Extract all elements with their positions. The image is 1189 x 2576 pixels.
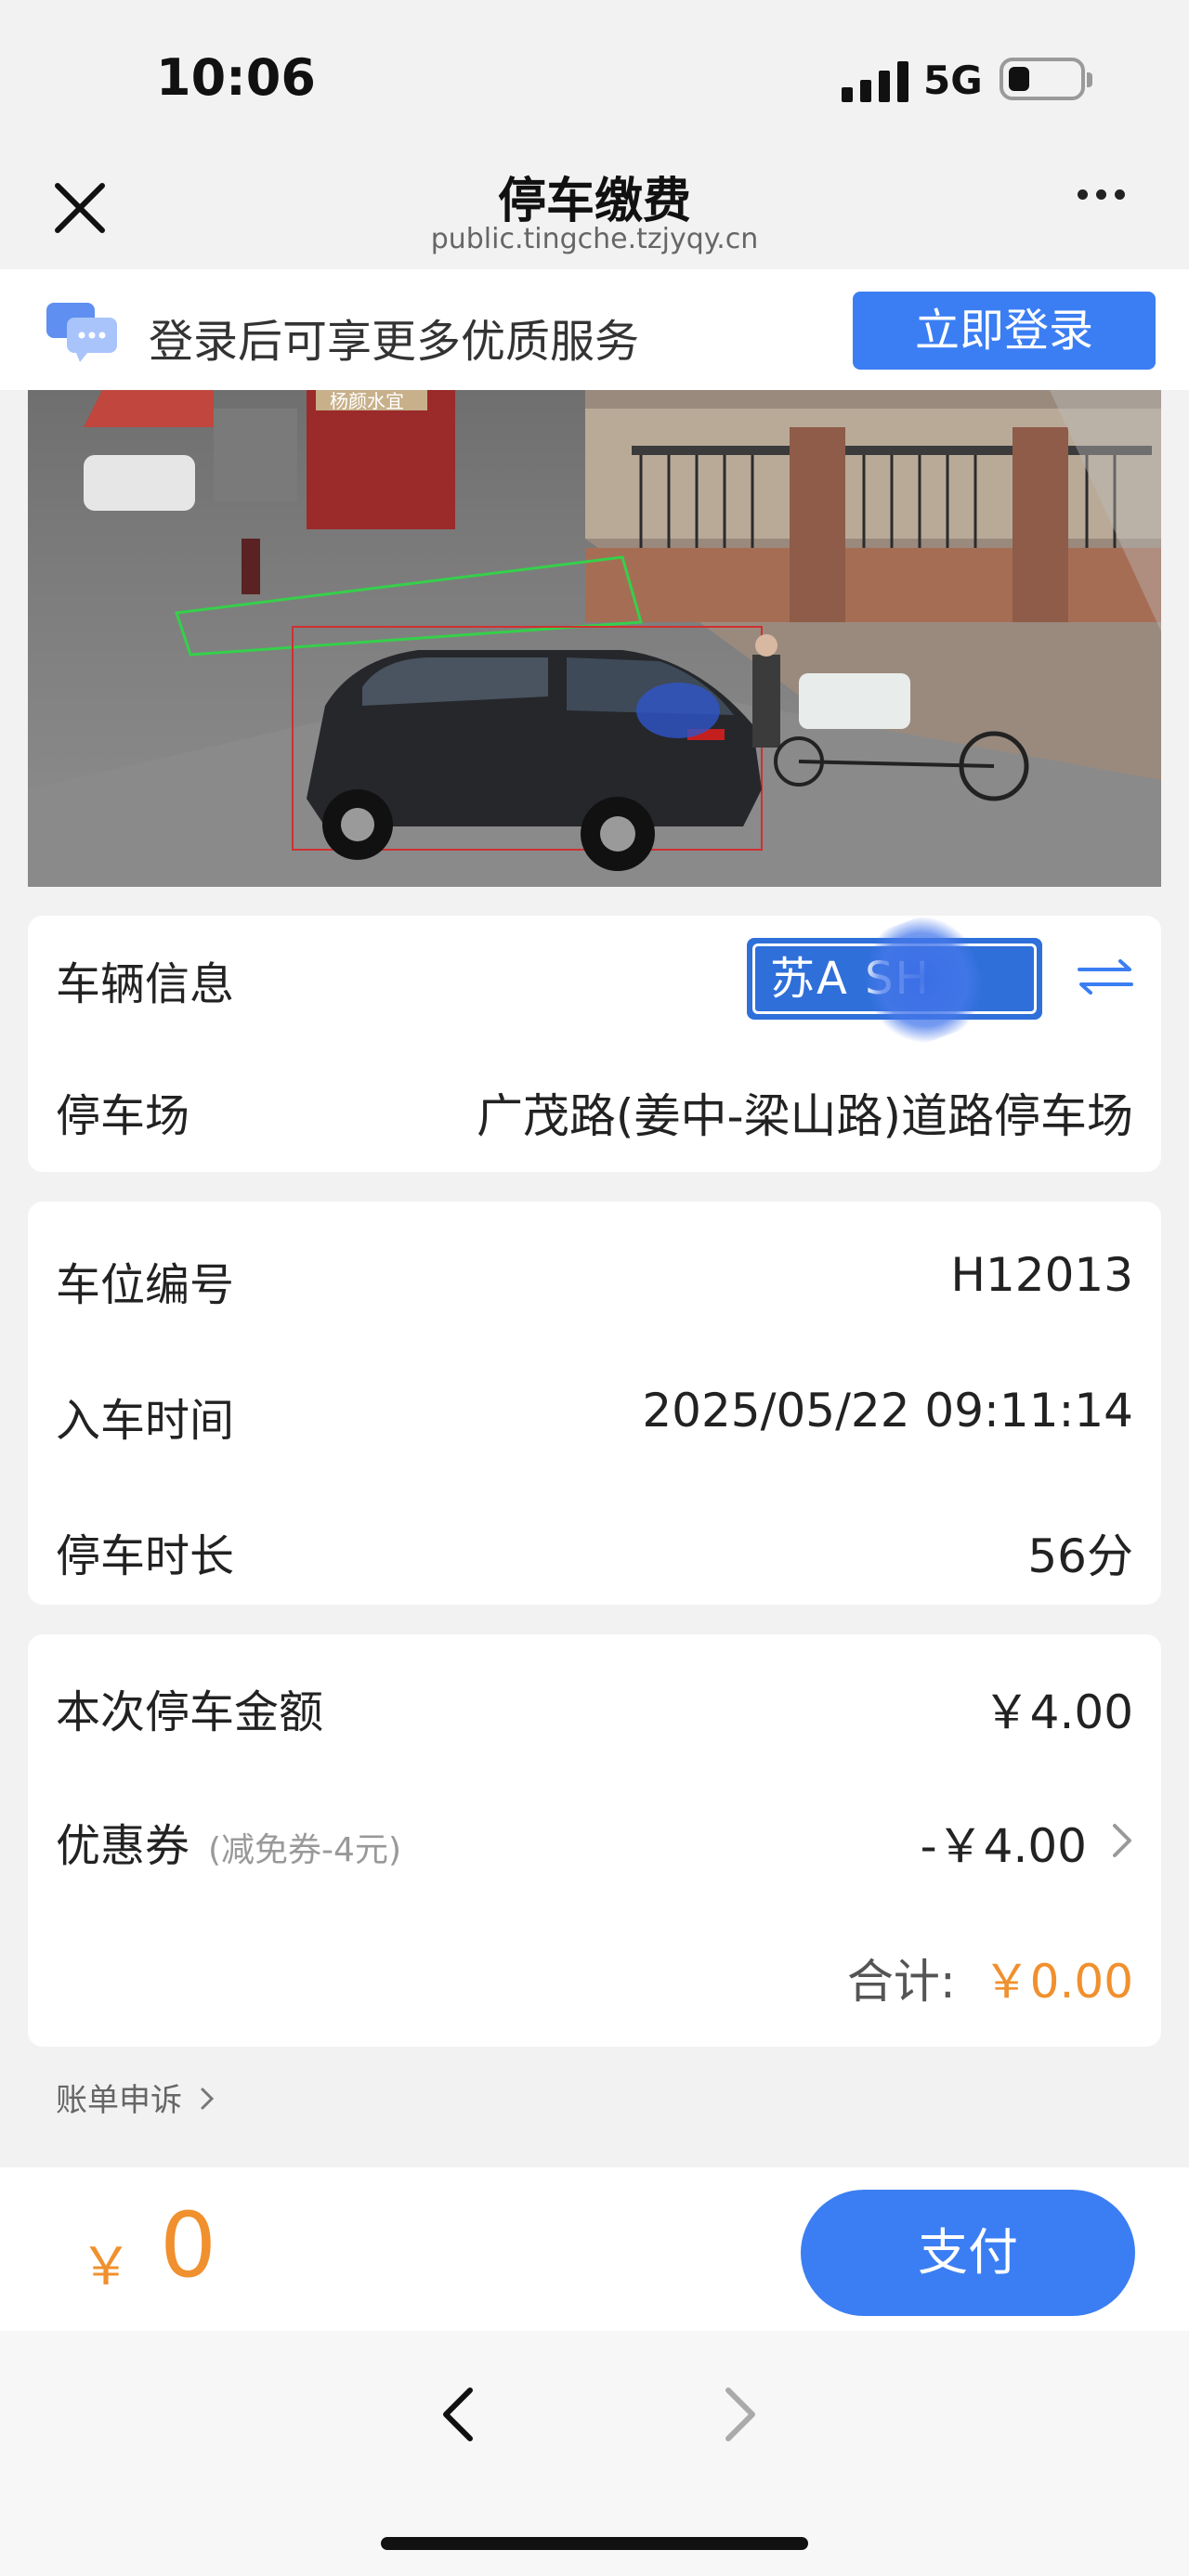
- chevron-right-icon: [1113, 1824, 1131, 1857]
- back-icon[interactable]: [429, 2377, 485, 2452]
- parking-lot-label: 停车场: [56, 1090, 190, 1142]
- parking-card: 车位编号 H12013 入车时间 2025/05/22 09:11:14 停车时…: [28, 1202, 1161, 1605]
- bill-appeal-link[interactable]: 账单申诉: [56, 2075, 215, 2120]
- forward-icon[interactable]: [713, 2377, 769, 2452]
- license-plate: 苏A SH: [747, 904, 1042, 1056]
- vehicle-photo: 杨颜水宜: [28, 390, 1161, 887]
- coupon-value: -￥4.00: [920, 1819, 1087, 1873]
- vehicle-info-label: 车辆信息: [56, 958, 235, 1010]
- status-bar: 10:06 5G: [0, 0, 1189, 149]
- page-title: 停车缴费: [497, 174, 691, 229]
- duration-value: 56分: [1027, 1529, 1133, 1583]
- page-url: public.tingche.tzjyqy.cn: [430, 223, 759, 255]
- coupon-note: (减免券-4元): [208, 1831, 402, 1869]
- status-time: 10:06: [156, 48, 316, 107]
- pay-bar: ￥ 0 支付: [0, 2167, 1189, 2331]
- coupon-label: 优惠券: [56, 1820, 190, 1872]
- parking-lot-value: 广茂路(姜中-梁山路)道路停车场: [476, 1089, 1133, 1143]
- entry-time-label: 入车时间: [56, 1395, 235, 1447]
- entry-time-value: 2025/05/22 09:11:14: [642, 1384, 1133, 1438]
- login-button[interactable]: 立即登录: [853, 292, 1156, 370]
- fee-amount-label: 本次停车金额: [56, 1686, 324, 1738]
- chat-icon: [46, 303, 117, 362]
- fee-amount-value: ￥4.00: [983, 1685, 1133, 1739]
- home-indicator: [381, 2537, 808, 2550]
- signal-icon: [842, 61, 908, 102]
- coupon-row[interactable]: 优惠券 (减免券-4元) -￥4.00: [56, 1796, 1133, 1873]
- shop-sign: 杨颜水宜: [330, 390, 404, 412]
- pay-currency: ￥: [80, 2237, 132, 2297]
- fee-card: 本次停车金额 ￥4.00 优惠券 (减免券-4元) -￥4.00 合计: ￥0.0…: [28, 1634, 1161, 2047]
- total-row: 合计: ￥0.00: [847, 1945, 1133, 2011]
- nav-bar: 停车缴费 public.tingche.tzjyqy.cn: [0, 149, 1189, 269]
- total-label: 合计:: [846, 1955, 956, 2009]
- network-type: 5G: [923, 58, 983, 103]
- chevron-right-icon: [201, 2088, 214, 2110]
- vehicle-card: 车辆信息 苏A SH 停车场 广茂路(姜中-梁山路)道路停车场: [28, 904, 1161, 1172]
- duration-label: 停车时长: [56, 1530, 235, 1582]
- more-icon[interactable]: [1078, 186, 1137, 223]
- total-value: ￥0.00: [983, 1955, 1133, 2009]
- pay-amount: 0: [160, 2193, 217, 2297]
- pay-button[interactable]: 支付: [801, 2190, 1135, 2316]
- space-value: H12013: [950, 1248, 1133, 1302]
- battery-icon: [1000, 58, 1092, 100]
- space-label: 车位编号: [56, 1259, 235, 1311]
- login-banner: 登录后可享更多优质服务 立即登录: [0, 269, 1189, 390]
- browser-nav: [0, 2331, 1189, 2576]
- swap-icon[interactable]: [1076, 956, 1135, 997]
- login-prompt: 登录后可享更多优质服务: [149, 316, 640, 368]
